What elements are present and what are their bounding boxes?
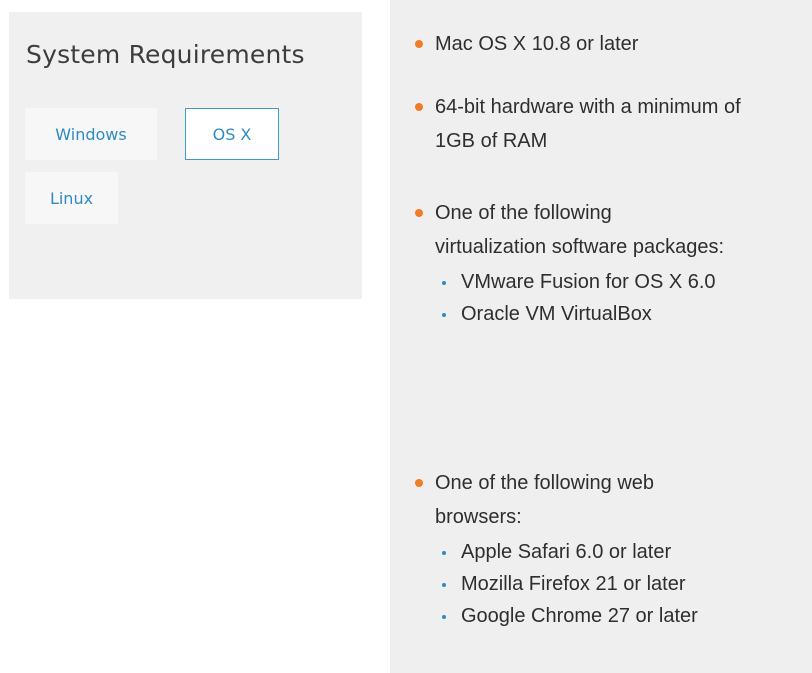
requirement-text: One of the following virtualization soft… bbox=[435, 202, 725, 258]
orange-bullet-icon bbox=[415, 479, 423, 487]
blue-bullet-icon bbox=[442, 615, 446, 619]
sub-list-item: Mozilla Firefox 21 or later bbox=[435, 568, 795, 600]
sub-list-item: Oracle VM VirtualBox bbox=[435, 298, 775, 330]
sub-item-text: VMware Fusion for OS X 6.0 bbox=[461, 271, 716, 293]
requirement-text: 64-bit hardware with a minimum of 1GB of… bbox=[435, 96, 741, 152]
requirement-text: Mac OS X 10.8 or later bbox=[435, 33, 639, 55]
sub-list: VMware Fusion for OS X 6.0 Oracle VM Vir… bbox=[435, 266, 775, 330]
orange-bullet-icon bbox=[415, 209, 423, 217]
system-requirements-title: System Requirements bbox=[26, 40, 305, 69]
blue-bullet-icon bbox=[442, 583, 446, 587]
sub-list-item: VMware Fusion for OS X 6.0 bbox=[435, 266, 771, 298]
sub-item-text: Oracle VM VirtualBox bbox=[461, 303, 652, 325]
system-requirements-card: System Requirements Windows OS X Linux bbox=[9, 12, 362, 299]
orange-bullet-icon bbox=[415, 103, 423, 111]
list-item: Mac OS X 10.8 or later bbox=[415, 27, 785, 61]
requirements-panel: Mac OS X 10.8 or later 64-bit hardware w… bbox=[390, 0, 812, 673]
sub-item-text: Apple Safari 6.0 or later bbox=[461, 541, 672, 563]
blue-bullet-icon bbox=[442, 313, 446, 317]
tab-osx[interactable]: OS X bbox=[185, 108, 279, 160]
sub-list: Apple Safari 6.0 or later Mozilla Firefo… bbox=[435, 536, 795, 632]
page: System Requirements Windows OS X Linux M… bbox=[0, 0, 812, 673]
list-item: 64-bit hardware with a minimum of 1GB of… bbox=[415, 90, 765, 158]
blue-bullet-icon bbox=[442, 281, 446, 285]
sub-item-text: Mozilla Firefox 21 or later bbox=[461, 573, 686, 595]
tab-linux[interactable]: Linux bbox=[25, 172, 118, 224]
list-item: One of the following virtualization soft… bbox=[415, 196, 725, 330]
orange-bullet-icon bbox=[415, 40, 423, 48]
sub-item-text: Google Chrome 27 or later bbox=[461, 605, 698, 627]
requirement-text: One of the following web browsers: bbox=[435, 472, 655, 528]
list-item: One of the following web browsers: Apple… bbox=[415, 466, 725, 632]
sub-list-item: Apple Safari 6.0 or later bbox=[435, 536, 795, 568]
sub-list-item: Google Chrome 27 or later bbox=[435, 600, 795, 632]
tab-windows[interactable]: Windows bbox=[25, 108, 157, 160]
blue-bullet-icon bbox=[442, 551, 446, 555]
